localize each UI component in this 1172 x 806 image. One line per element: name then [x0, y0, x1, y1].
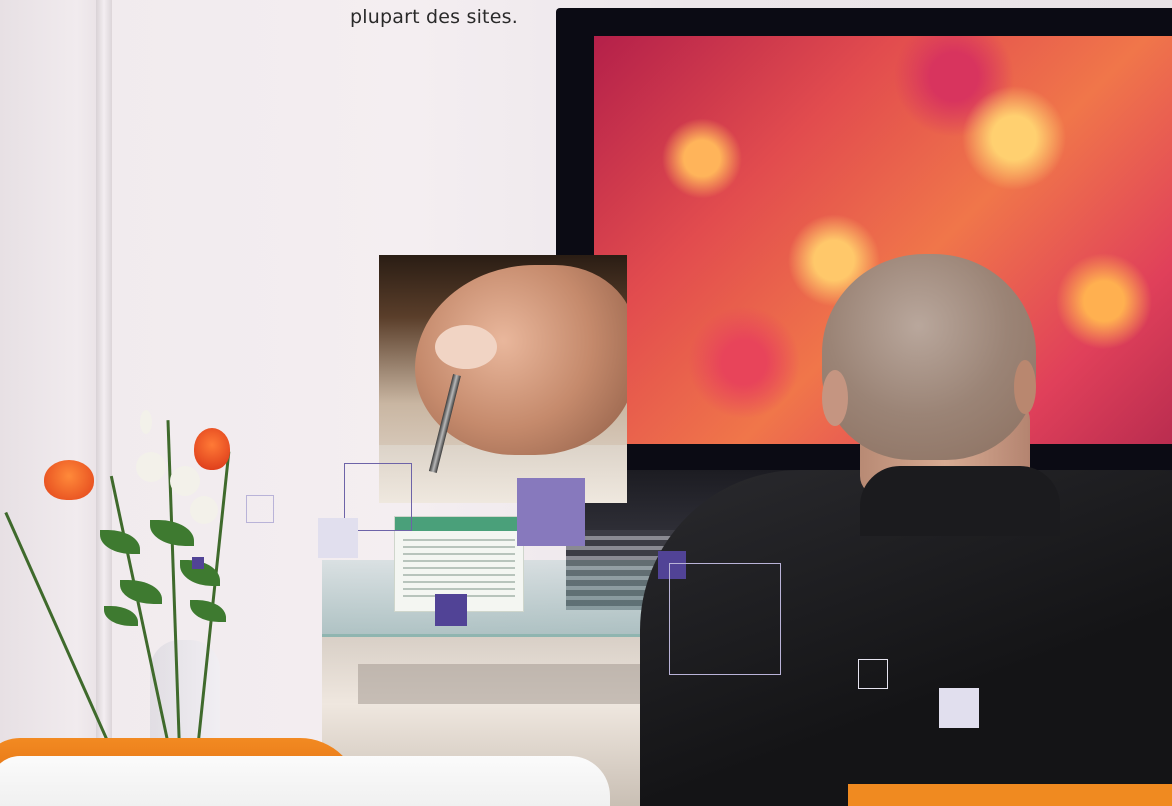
white-bud: [140, 410, 152, 434]
man-ear: [822, 370, 848, 426]
writing-hand-photo: [379, 255, 627, 503]
info-card-lines: [403, 539, 515, 599]
glass-vase: [150, 640, 220, 750]
decorative-square: [435, 594, 467, 626]
man-head: [822, 254, 1036, 460]
photo-scene: plupart des sites.: [0, 0, 1172, 806]
decorative-square: [192, 557, 204, 569]
wall-left: [0, 0, 110, 806]
decorative-square: [246, 495, 274, 523]
decorative-square: [939, 688, 979, 728]
man-ear: [1014, 360, 1036, 414]
white-bud: [136, 452, 166, 482]
decorative-square: [517, 478, 585, 546]
decorative-square: [318, 518, 358, 558]
caption-text: plupart des sites.: [350, 6, 518, 28]
leaf: [150, 520, 194, 546]
info-card-header: [395, 517, 523, 531]
table-shadow: [358, 664, 668, 704]
white-bud: [170, 466, 200, 496]
man-collar: [860, 466, 1060, 536]
orange-rose: [44, 460, 94, 500]
leaf: [190, 600, 226, 622]
sofa-cushion-orange-right: [848, 784, 1172, 806]
white-bud: [190, 496, 218, 524]
decorative-square: [858, 659, 888, 689]
photo-thumbnail-nail: [435, 325, 497, 369]
orange-rose: [194, 428, 230, 470]
decorative-square: [669, 563, 781, 675]
sofa-cushion-white: [0, 756, 610, 806]
wall-stripe: [96, 0, 112, 760]
leaf: [120, 580, 162, 604]
